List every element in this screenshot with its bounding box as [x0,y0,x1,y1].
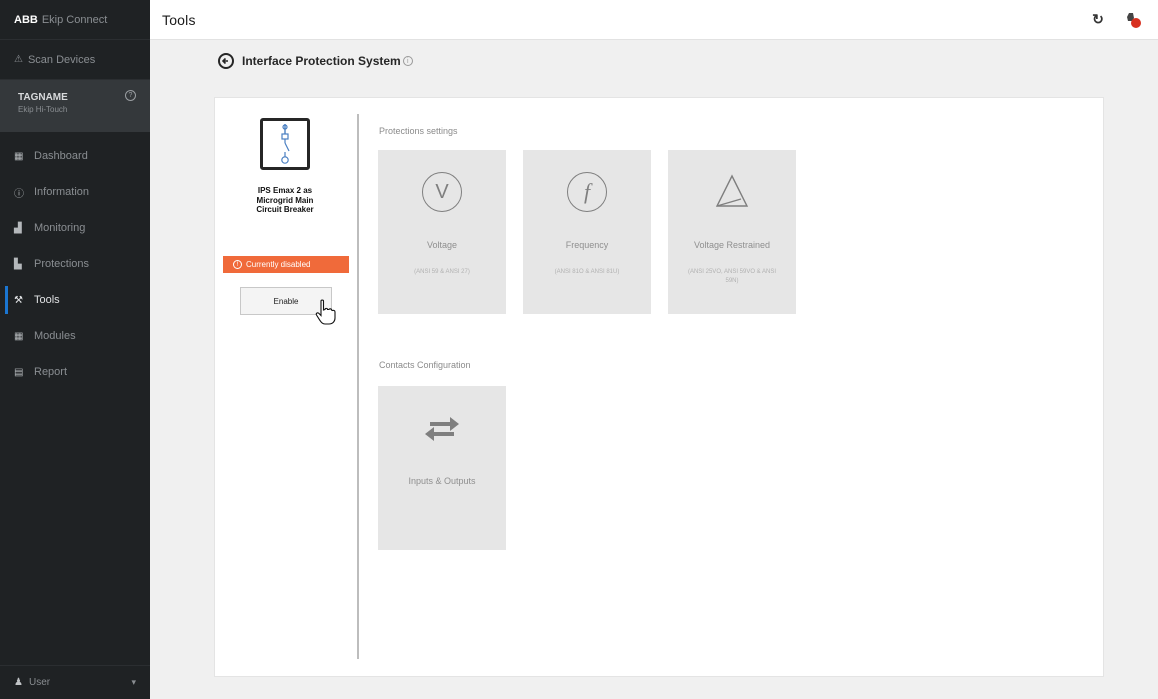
modules-icon: ▦ [14,330,24,342]
top-bar: Tools ↻ [150,0,1158,40]
breaker-device-icon [260,118,310,170]
sidebar-item-monitoring[interactable]: ▟ Monitoring [0,210,150,246]
sidebar-item-protections[interactable]: ▙ Protections [0,246,150,282]
sidebar-item-modules[interactable]: ▦ Modules [0,318,150,354]
user-label: User [28,677,51,688]
back-arrow-icon[interactable] [218,53,234,69]
device-info-icon[interactable]: ? [125,90,136,101]
hand-cursor-icon [314,299,336,325]
scan-devices-label: Scan Devices [27,53,96,66]
scan-devices-button[interactable]: ⚠ Scan Devices [0,40,150,80]
app-name: Ekip Connect [41,13,108,26]
page-title: Tools [162,11,196,28]
inputs-outputs-tile[interactable]: Inputs & Outputs [378,386,506,550]
sidebar-item-label: Monitoring [34,222,86,234]
sidebar-item-report[interactable]: ▤ Report [0,354,150,390]
sidebar-item-tools[interactable]: ⚒ Tools [0,282,150,318]
protections-settings-title: Protections settings [379,126,458,136]
user-menu[interactable]: ♟ User ▾ [0,665,150,699]
refresh-icon[interactable]: ↻ [1090,11,1106,27]
protections-icon: ▙ [14,258,22,270]
contacts-configuration-title: Contacts Configuration [379,360,471,370]
device-name: IPS Emax 2 as Microgrid Main Circuit Bre… [256,186,314,214]
dashboard-icon: ▦ [14,150,24,162]
voltage-restrained-tile[interactable]: Voltage Restrained (ANSI 25VO, ANSI 59VO… [668,150,796,314]
sidebar-item-label: Dashboard [34,150,88,162]
abb-logo: ABB [14,13,38,26]
voltage-restrained-icon [668,170,796,214]
status-badge: ! Currently disabled [223,256,349,273]
frequency-icon: f [523,170,651,214]
chevron-down-icon: ▾ [131,677,136,687]
ips-header: Interface Protection System i [218,53,413,69]
frequency-tile[interactable]: f Frequency (ANSI 81O & ANSI 81U) [523,150,651,314]
sidebar-item-label: Protections [34,258,90,270]
brand: ABB Ekip Connect [0,0,150,40]
ips-card: IPS Emax 2 as Microgrid Main Circuit Bre… [214,97,1104,677]
device-selector[interactable]: TAGNAME Ekip Hi-Touch ? [0,80,150,132]
sidebar-item-dashboard[interactable]: ▦ Dashboard [0,138,150,174]
monitoring-icon: ▟ [14,222,22,234]
ips-title: Interface Protection System [242,54,401,68]
voltage-icon: V [378,170,506,214]
sidebar-nav: ▦ Dashboard ⓘ Information ▟ Monitoring ▙ Protec… [0,138,150,390]
report-icon: ▤ [14,366,24,378]
status-text: Currently disabled [246,260,311,269]
user-icon: ♟ [14,677,23,688]
swap-arrows-icon [378,406,506,450]
sidebar-item-label: Tools [34,294,60,306]
sidebar-item-label: Report [34,366,68,378]
tools-icon: ⚒ [14,294,23,306]
sidebar-item-information[interactable]: ⓘ Information [0,174,150,210]
vertical-divider [357,114,359,659]
alarm-icon[interactable] [1124,11,1144,29]
status-info-icon: ! [233,260,242,269]
sidebar-item-label: Modules [34,330,76,342]
device-tagname: TAGNAME [18,92,68,103]
info-icon: ⓘ [14,188,24,200]
sidebar-item-label: Information [34,186,90,198]
voltage-tile[interactable]: V Voltage (ANSI 59 & ANSI 27) [378,150,506,314]
device-model: Ekip Hi-Touch [18,105,68,114]
scan-icon: ⚠ [14,54,23,65]
sidebar: ABB Ekip Connect ⚠ Scan Devices TAGNAME … [0,0,150,699]
info-icon[interactable]: i [402,56,413,66]
